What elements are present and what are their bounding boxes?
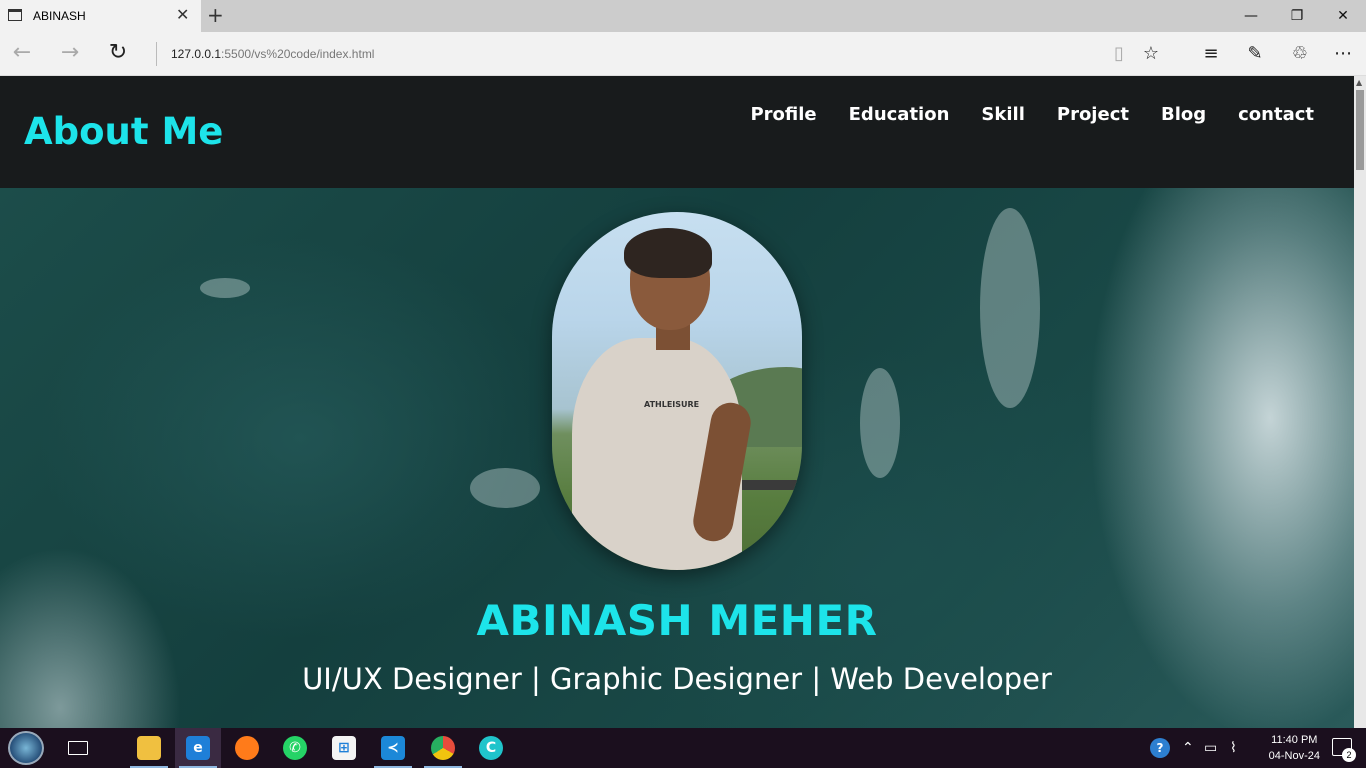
wave-foam	[470, 468, 540, 508]
web-note-icon[interactable]: ✎	[1244, 43, 1266, 65]
hero-section: ATHLEISURE ABINASH MEHER UI/UX Designer …	[0, 188, 1354, 728]
hero-name: ABINASH MEHER	[476, 596, 878, 645]
new-tab-button[interactable]: +	[207, 4, 224, 26]
edge-icon[interactable]: e	[175, 728, 221, 768]
address-bar[interactable]: 127.0.0.1:5500/vs%20code/index.html	[171, 47, 374, 61]
brand-title[interactable]: About Me	[24, 110, 223, 153]
file-explorer-icon[interactable]	[126, 728, 172, 768]
tab-close-icon[interactable]: ✕	[176, 6, 189, 24]
tab-title: ABINASH	[33, 9, 86, 23]
browser-tab-strip: ABINASH ✕ + — ❐ ✕	[0, 0, 1366, 32]
favorite-star-icon[interactable]: ☆	[1140, 43, 1162, 65]
windows-taskbar: e ✆ ⊞ ≺ C ? ⌃ ▭ ⌇ 11:40 PM 04-Nov-24 2	[0, 728, 1366, 768]
nav-education[interactable]: Education	[849, 104, 950, 125]
more-icon[interactable]: ⋯	[1332, 43, 1354, 65]
refresh-icon[interactable]: ↻	[106, 42, 130, 66]
notification-badge: 2	[1342, 748, 1356, 762]
page-icon	[8, 9, 22, 21]
nav-blog[interactable]: Blog	[1161, 104, 1206, 125]
task-view-icon[interactable]	[55, 728, 101, 768]
site-header: About Me Profile Education Skill Project…	[0, 76, 1354, 188]
minimize-icon[interactable]: —	[1228, 0, 1274, 32]
wave-foam	[200, 278, 250, 298]
clock-date: 04-Nov-24	[1268, 750, 1320, 762]
scroll-up-icon[interactable]: ▲	[1356, 78, 1362, 87]
vscode-icon[interactable]: ≺	[370, 728, 416, 768]
hub-icon[interactable]: ≡	[1200, 43, 1222, 65]
hero-role: UI/UX Designer | Graphic Designer | Web …	[302, 662, 1052, 696]
share-icon[interactable]: ♲	[1289, 43, 1311, 65]
profile-photo: ATHLEISURE	[552, 212, 802, 570]
battery-icon[interactable]: ▭	[1204, 728, 1217, 768]
webpage: About Me Profile Education Skill Project…	[0, 76, 1354, 728]
address-path: :5500/vs%20code/index.html	[221, 47, 375, 61]
restore-icon[interactable]: ❐	[1274, 0, 1320, 32]
start-button[interactable]	[8, 731, 44, 765]
wifi-icon[interactable]: ⌇	[1230, 728, 1237, 768]
firefox-icon[interactable]	[224, 728, 270, 768]
photo-shirt-text: ATHLEISURE	[644, 400, 700, 409]
main-nav: Profile Education Skill Project Blog con…	[718, 104, 1314, 125]
nav-project[interactable]: Project	[1057, 104, 1129, 125]
close-icon[interactable]: ✕	[1320, 0, 1366, 32]
wave-foam	[980, 208, 1040, 408]
canva-icon[interactable]: C	[468, 728, 514, 768]
back-arrow-icon[interactable]: ←	[10, 42, 34, 66]
scrollbar-thumb[interactable]	[1356, 90, 1364, 170]
page-scrollbar[interactable]: ▲	[1354, 76, 1366, 728]
browser-tab[interactable]: ABINASH ✕	[0, 0, 201, 32]
store-icon[interactable]: ⊞	[321, 728, 367, 768]
reading-view-icon[interactable]: ▯	[1108, 43, 1130, 65]
address-divider	[156, 42, 157, 66]
photo-rail	[742, 480, 802, 490]
browser-toolbar: ← → ↻ 127.0.0.1:5500/vs%20code/index.htm…	[0, 32, 1366, 76]
address-host: 127.0.0.1	[171, 47, 222, 61]
nav-profile[interactable]: Profile	[750, 104, 816, 125]
help-icon[interactable]: ?	[1150, 728, 1170, 768]
chrome-icon[interactable]	[420, 728, 466, 768]
tray-chevron-icon[interactable]: ⌃	[1182, 728, 1194, 768]
nav-skill[interactable]: Skill	[981, 104, 1024, 125]
wave-foam	[860, 368, 900, 478]
forward-arrow-icon[interactable]: →	[58, 42, 82, 66]
photo-hair	[624, 228, 712, 278]
nav-contact[interactable]: contact	[1238, 104, 1314, 125]
system-clock[interactable]: 11:40 PM 04-Nov-24	[1269, 732, 1320, 764]
clock-time: 11:40 PM	[1271, 734, 1318, 746]
whatsapp-icon[interactable]: ✆	[272, 728, 318, 768]
